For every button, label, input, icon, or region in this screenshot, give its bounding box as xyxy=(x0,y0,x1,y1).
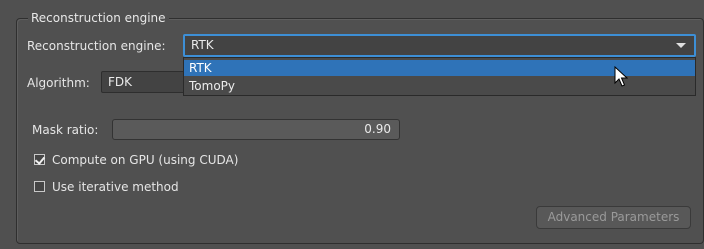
mask-ratio-input[interactable]: 0.90 xyxy=(112,119,400,140)
iterative-checkbox[interactable] xyxy=(34,181,45,192)
iterative-checkbox-label[interactable]: Use iterative method xyxy=(52,179,179,195)
group-title: Reconstruction engine xyxy=(28,10,169,26)
algorithm-label: Algorithm: xyxy=(27,76,90,90)
gpu-checkbox[interactable] xyxy=(34,154,46,165)
algorithm-combobox-value: FDK xyxy=(108,75,133,89)
checkmark-icon xyxy=(34,154,46,165)
mask-ratio-label: Mask ratio: xyxy=(32,123,99,137)
reconstruction-panel: Reconstruction engine Reconstruction eng… xyxy=(0,0,704,249)
engine-combobox-value: RTK xyxy=(191,38,214,52)
gpu-checkbox-label[interactable]: Compute on GPU (using CUDA) xyxy=(52,152,238,168)
advanced-parameters-button[interactable]: Advanced Parameters xyxy=(536,206,691,229)
engine-label: Reconstruction engine: xyxy=(27,39,166,53)
mouse-cursor-icon xyxy=(614,66,628,87)
chevron-down-icon xyxy=(676,43,686,48)
engine-combobox[interactable]: RTK xyxy=(183,34,696,57)
